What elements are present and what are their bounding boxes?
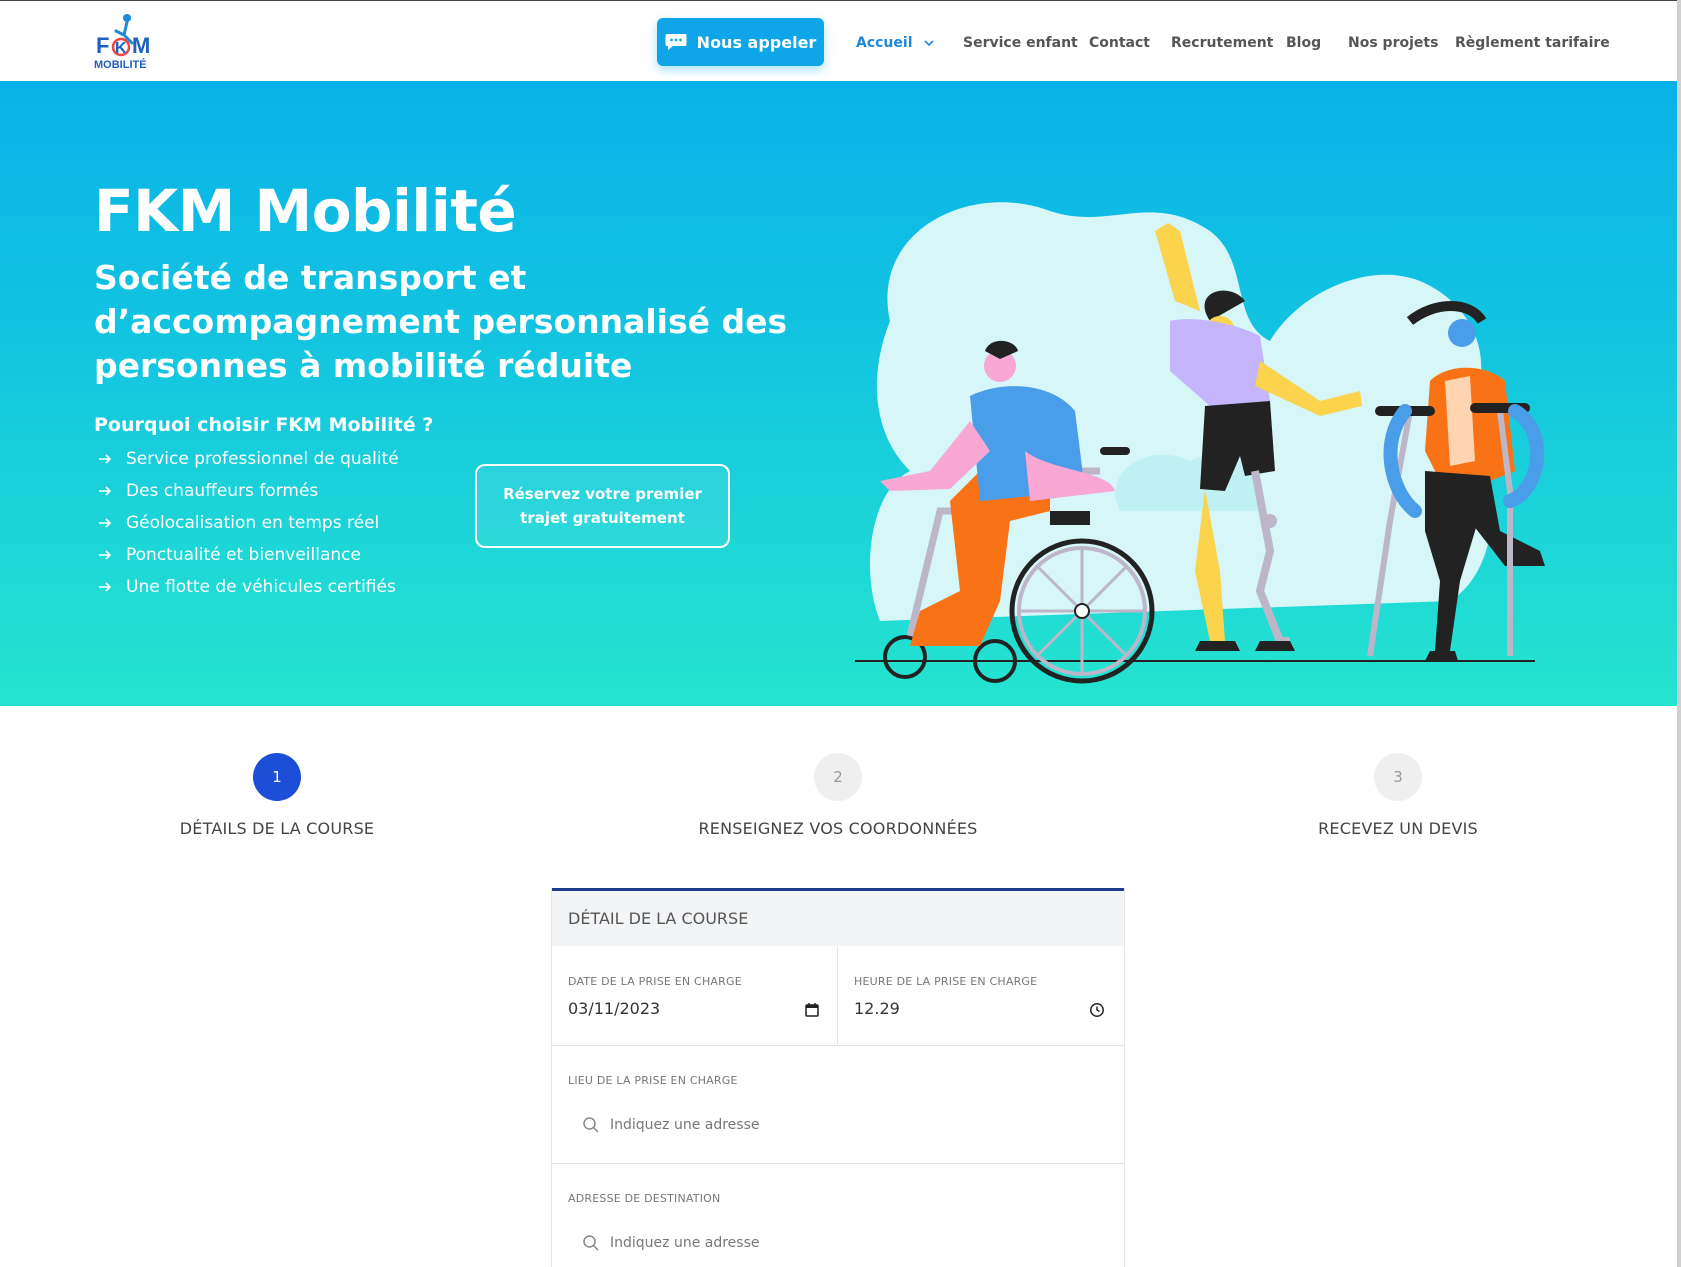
hero-section: FKM Mobilité Société de transport et d’a… xyxy=(0,81,1681,706)
step-3-circle[interactable]: 3 xyxy=(1374,753,1422,801)
chat-bubble-icon xyxy=(665,34,687,50)
chevron-down-icon xyxy=(923,40,934,47)
why-title: Pourquoi choisir FKM Mobilité ? xyxy=(94,414,434,436)
site-header: F K M MOBILITÉ Nous appeler Accueil Serv… xyxy=(0,0,1681,81)
feature-item: Ponctualité et bienveillance xyxy=(98,539,399,571)
feature-text: Une flotte de véhicules certifiés xyxy=(126,577,396,597)
call-button[interactable]: Nous appeler xyxy=(657,18,824,66)
arrow-right-icon xyxy=(99,454,112,464)
destination-label: ADRESSE DE DESTINATION xyxy=(568,1192,721,1205)
fkm-logo[interactable]: F K M MOBILITÉ xyxy=(94,13,158,71)
nav-reglement-tarifaire[interactable]: Règlement tarifaire xyxy=(1455,33,1610,53)
feature-text: Service professionnel de qualité xyxy=(126,449,399,469)
nav-accueil[interactable]: Accueil xyxy=(856,33,935,53)
feature-text: Des chauffeurs formés xyxy=(126,481,319,501)
time-field[interactable]: HEURE DE LA PRISE EN CHARGE 12.29 xyxy=(838,946,1124,1046)
step-2-circle[interactable]: 2 xyxy=(814,753,862,801)
step-3-label: RECEVEZ UN DEVIS xyxy=(1318,819,1478,838)
booking-form: DÉTAIL DE LA COURSE DATE DE LA PRISE EN … xyxy=(551,888,1125,1267)
datetime-row: DATE DE LA PRISE EN CHARGE 03/11/2023 HE… xyxy=(552,946,1124,1046)
feature-item: Une flotte de véhicules certifiés xyxy=(98,571,399,603)
svg-text:K: K xyxy=(115,40,127,57)
pickup-input[interactable]: Indiquez une adresse xyxy=(582,1116,760,1134)
step-1-circle[interactable]: 1 xyxy=(253,753,301,801)
pickup-placeholder: Indiquez une adresse xyxy=(610,1117,760,1133)
date-label: DATE DE LA PRISE EN CHARGE xyxy=(568,975,742,988)
destination-field: ADRESSE DE DESTINATION Indiquez une adre… xyxy=(552,1164,1124,1267)
arrow-right-icon xyxy=(99,486,112,496)
arrow-right-icon xyxy=(99,518,112,528)
feature-item: Géolocalisation en temps réel xyxy=(98,507,399,539)
step-2-label: RENSEIGNEZ VOS COORDONNÉES xyxy=(698,819,978,838)
hero-illustration xyxy=(855,202,1545,684)
form-title: DÉTAIL DE LA COURSE xyxy=(568,909,749,928)
hero-title: FKM Mobilité xyxy=(94,177,517,245)
feature-item: Des chauffeurs formés xyxy=(98,475,399,507)
svg-text:M: M xyxy=(132,33,150,58)
hero-subtitle: Société de transport et d’accompagnement… xyxy=(94,258,788,385)
arrow-right-icon xyxy=(99,550,112,560)
pickup-label: LIEU DE LA PRISE EN CHARGE xyxy=(568,1074,738,1087)
clock-icon[interactable] xyxy=(1089,1002,1105,1018)
time-value[interactable]: 12.29 xyxy=(854,999,900,1018)
feature-text: Géolocalisation en temps réel xyxy=(126,513,380,533)
arrow-right-icon xyxy=(99,582,112,592)
date-field[interactable]: DATE DE LA PRISE EN CHARGE 03/11/2023 xyxy=(552,946,838,1046)
nav-accueil-label: Accueil xyxy=(856,35,913,51)
calendar-icon[interactable] xyxy=(804,1002,820,1018)
destination-input[interactable]: Indiquez une adresse xyxy=(582,1234,760,1252)
svg-text:MOBILITÉ: MOBILITÉ xyxy=(94,58,147,71)
feature-item: Service professionnel de qualité xyxy=(98,443,399,475)
nav-blog[interactable]: Blog xyxy=(1286,33,1321,53)
search-icon xyxy=(583,1117,599,1133)
form-header: DÉTAIL DE LA COURSE xyxy=(552,888,1124,946)
feature-list: Service professionnel de qualité Des cha… xyxy=(98,443,399,603)
nav-contact[interactable]: Contact xyxy=(1089,33,1150,53)
feature-text: Ponctualité et bienveillance xyxy=(126,545,361,565)
date-value[interactable]: 03/11/2023 xyxy=(568,999,660,1018)
reserve-button[interactable]: Réservez votre premier trajet gratuiteme… xyxy=(475,464,730,548)
time-label: HEURE DE LA PRISE EN CHARGE xyxy=(854,975,1038,988)
scrollbar[interactable] xyxy=(1677,0,1681,1267)
pickup-field: LIEU DE LA PRISE EN CHARGE Indiquez une … xyxy=(552,1046,1124,1164)
step-1-label: DÉTAILS DE LA COURSE xyxy=(179,819,375,838)
search-icon xyxy=(583,1235,599,1251)
svg-text:F: F xyxy=(96,33,109,58)
nav-service-enfant[interactable]: Service enfant xyxy=(963,33,1078,53)
nav-nos-projets[interactable]: Nos projets xyxy=(1348,33,1438,53)
destination-placeholder: Indiquez une adresse xyxy=(610,1235,760,1251)
call-button-label: Nous appeler xyxy=(696,32,817,52)
nav-recrutement[interactable]: Recrutement xyxy=(1171,33,1273,53)
